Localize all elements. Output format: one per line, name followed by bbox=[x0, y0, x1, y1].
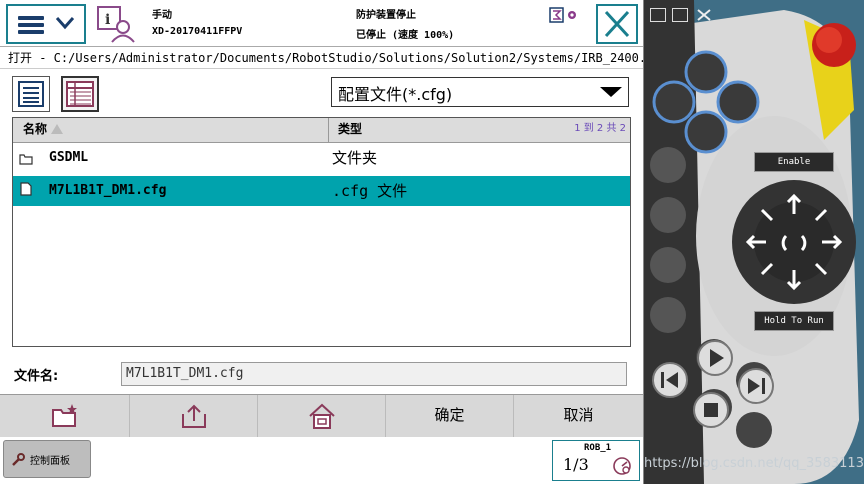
filter-selected-value: 配置文件(*.cfg) bbox=[338, 85, 453, 104]
filename-input[interactable]: M7L1B1T_DM1.cfg bbox=[121, 362, 627, 386]
filename-label: 文件名: bbox=[14, 369, 59, 384]
stop-icon[interactable] bbox=[691, 390, 731, 430]
joystick-arrows-icon[interactable] bbox=[744, 192, 844, 292]
watermark: https://blog.csdn.net/qq_35831134 bbox=[644, 456, 864, 471]
minimize-window-icon[interactable] bbox=[672, 8, 688, 22]
table-row[interactable]: GSDML 文件夹 bbox=[13, 143, 630, 173]
ok-button[interactable]: 确定 bbox=[386, 395, 514, 437]
cancel-label: 取消 bbox=[563, 406, 594, 424]
pendant-hardware: Enable Hold To Run https://blog.csdn.net… bbox=[644, 0, 864, 484]
restore-window-icon[interactable] bbox=[650, 8, 666, 22]
chevron-down-icon bbox=[55, 17, 75, 30]
event-log-icon[interactable]: i bbox=[96, 5, 136, 43]
step-back-icon[interactable] bbox=[650, 360, 690, 400]
quickset-icon bbox=[613, 457, 631, 475]
task-fraction: 1/3 bbox=[563, 455, 589, 474]
step-forward-icon[interactable] bbox=[736, 366, 776, 406]
wrench-icon bbox=[12, 453, 25, 466]
new-folder-button[interactable] bbox=[0, 395, 130, 437]
row-type: .cfg 文件 bbox=[332, 182, 408, 200]
close-window-icon[interactable] bbox=[696, 8, 712, 22]
file-icon bbox=[20, 182, 32, 196]
run-state: 已停止 (速度 100%) bbox=[356, 30, 455, 41]
home-button[interactable] bbox=[258, 395, 386, 437]
folder-icon bbox=[19, 154, 33, 165]
menu-icon bbox=[18, 16, 44, 34]
speed-settings-icon[interactable] bbox=[548, 7, 582, 25]
up-folder-icon bbox=[181, 404, 206, 428]
list-view-button[interactable] bbox=[12, 76, 50, 112]
status-bar: 控制面板 ROB_1 1/3 bbox=[0, 437, 643, 484]
control-panel-label: 控制面板 bbox=[30, 456, 70, 467]
home-icon bbox=[308, 403, 335, 429]
close-icon bbox=[604, 10, 630, 38]
pagination-info: 1 到 2 共 2 bbox=[574, 123, 626, 134]
file-type-filter-select[interactable]: 配置文件(*.cfg) bbox=[331, 77, 629, 107]
svg-text:i: i bbox=[105, 12, 110, 28]
hold-to-run-button[interactable]: Hold To Run bbox=[754, 311, 834, 331]
row-name: M7L1B1T_DM1.cfg bbox=[49, 183, 167, 198]
controller-name: XD-20170411FFPV bbox=[152, 26, 243, 37]
sort-ascending-icon bbox=[51, 124, 64, 134]
ok-label: 确定 bbox=[434, 406, 465, 424]
play-icon[interactable] bbox=[695, 338, 735, 378]
row-type: 文件夹 bbox=[332, 149, 378, 167]
quickset-task-button[interactable]: ROB_1 1/3 bbox=[552, 440, 640, 481]
flexpendant-screen: i 手动 XD-20170411FFPV 防护装置停止 已停止 (速度 100%… bbox=[0, 0, 644, 484]
cancel-button[interactable]: 取消 bbox=[514, 395, 643, 437]
list-view-icon bbox=[18, 81, 44, 107]
detail-view-button[interactable] bbox=[61, 76, 99, 112]
abb-menu-button[interactable] bbox=[6, 4, 86, 44]
column-header-name[interactable]: 名称 bbox=[13, 118, 329, 142]
bottom-toolbar: 确定 取消 bbox=[0, 394, 643, 438]
control-panel-button[interactable]: 控制面板 bbox=[3, 440, 91, 478]
path-bar: 打开 - C:/Users/Administrator/Documents/Ro… bbox=[0, 47, 643, 69]
file-table: 名称 类型 1 到 2 共 2 GSDML 文件夹 M7L1B1T_DM1.cf… bbox=[12, 117, 631, 347]
row-name: GSDML bbox=[49, 150, 89, 165]
top-bar: i 手动 XD-20170411FFPV 防护装置停止 已停止 (速度 100%… bbox=[0, 0, 643, 47]
motor-state: 防护装置停止 bbox=[356, 10, 416, 21]
column-header-type[interactable]: 类型 1 到 2 共 2 bbox=[330, 118, 630, 142]
dropdown-arrow-icon bbox=[600, 87, 622, 97]
robot-name: ROB_1 bbox=[584, 443, 612, 453]
new-folder-icon bbox=[51, 404, 77, 427]
parent-folder-button[interactable] bbox=[130, 395, 258, 437]
operating-mode: 手动 bbox=[152, 10, 172, 21]
enable-button[interactable]: Enable bbox=[754, 152, 834, 172]
detail-view-icon bbox=[66, 81, 94, 107]
close-button[interactable] bbox=[596, 4, 638, 44]
table-row-selected[interactable]: M7L1B1T_DM1.cfg .cfg 文件 bbox=[13, 176, 630, 206]
status-info[interactable]: 手动 XD-20170411FFPV 防护装置停止 已停止 (速度 100%) bbox=[146, 2, 586, 44]
table-header: 名称 类型 1 到 2 共 2 bbox=[13, 118, 630, 143]
